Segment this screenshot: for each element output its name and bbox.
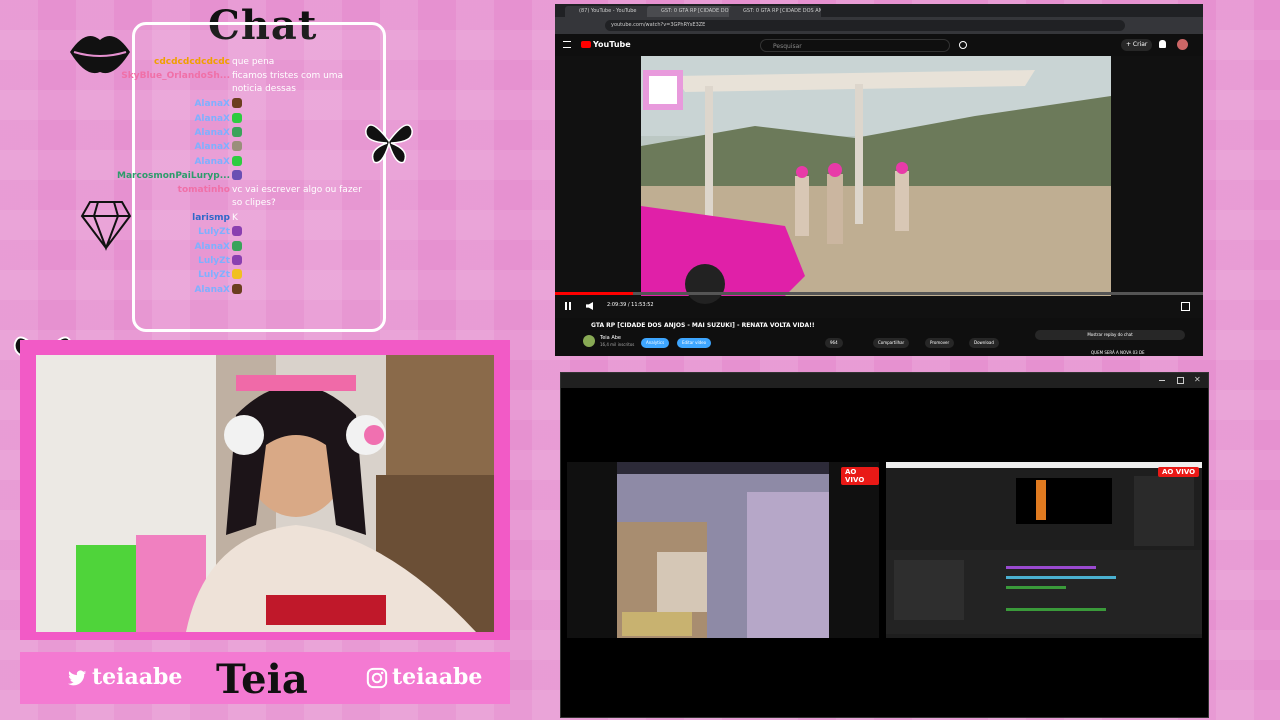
- emote-icon: [232, 98, 242, 109]
- chat-username[interactable]: larismp: [192, 212, 230, 225]
- chat-username[interactable]: LulyZt: [198, 269, 230, 282]
- pause-button[interactable]: [565, 302, 571, 310]
- chat-message-text: [232, 98, 372, 113]
- video-info: GTA RP [CIDADE DOS ANJOS - MAI SUZUKI] -…: [555, 318, 1203, 356]
- chat-message-text: [232, 255, 372, 270]
- twitter-icon: [67, 670, 87, 686]
- chat-message-text: [232, 240, 372, 256]
- lips-icon: [70, 36, 130, 74]
- create-button[interactable]: + Criar: [1121, 39, 1153, 51]
- url-input[interactable]: youtube.com/watch?v=3GPhRYsE3ZE: [605, 20, 1125, 31]
- chat-message-text: vc vai escrever algo ou fazer so clipes?: [232, 185, 362, 209]
- youtube-header: YouTube Pesquisar + Criar: [555, 34, 1203, 56]
- chat-username[interactable]: AlanaX: [194, 284, 230, 297]
- twitter-handle: teiaabe: [66, 664, 182, 690]
- chat-username[interactable]: AlanaX: [194, 241, 230, 254]
- chat-username[interactable]: AlanaX: [194, 141, 230, 154]
- game-scene: [617, 462, 829, 638]
- chat-username[interactable]: AlanaX: [194, 127, 230, 140]
- emote-icon: [232, 283, 242, 294]
- search-icon[interactable]: [959, 41, 967, 49]
- video-title: GTA RP [CIDADE DOS ANJOS - MAI SUZUKI] -…: [591, 322, 815, 329]
- live-badge: AO VIVO: [1158, 467, 1200, 477]
- chat-message-text: [232, 169, 372, 185]
- replay-chat-button[interactable]: Mostrar replay do chat: [1035, 330, 1185, 340]
- chat-message-text: [232, 226, 372, 241]
- chat-username[interactable]: LulyZt: [198, 255, 230, 268]
- menu-icon[interactable]: [563, 41, 571, 48]
- butterfly-icon: [365, 124, 413, 164]
- browser-tab[interactable]: (87) YouTube - YouTube: [565, 6, 657, 17]
- editor-scene: [886, 462, 1202, 634]
- avatar[interactable]: [1177, 39, 1188, 50]
- instagram-handle-text: teiaabe: [392, 664, 483, 690]
- live-badge: AO VIVO: [841, 467, 879, 485]
- emote-icon: [232, 126, 242, 137]
- close-icon[interactable]: ✕: [1194, 375, 1201, 384]
- analytics-button[interactable]: Analytics: [641, 338, 670, 348]
- chat-username[interactable]: MarcosmonPaiLuryp...: [117, 170, 230, 183]
- chat-username[interactable]: AlanaX: [194, 113, 230, 126]
- webcam-scene: [36, 355, 494, 632]
- chat-message-text: [232, 112, 372, 128]
- browser-tab[interactable]: GST: 0 GTA RP [CIDADE DOS ANJOS] - M: [647, 6, 739, 17]
- browser-window-youtube: (87) YouTube - YouTube GST: 0 GTA RP [CI…: [555, 4, 1203, 356]
- twitter-handle-text: teiaabe: [92, 664, 183, 690]
- chat-username[interactable]: AlanaX: [194, 98, 230, 111]
- window-title-bar: ✕: [561, 373, 1208, 388]
- chat-username[interactable]: AlanaX: [194, 156, 230, 169]
- side-video-title[interactable]: QUEM SERÁ A NOVA 03 DE: [1091, 350, 1145, 355]
- subscriber-count: 16,4 mil inscritos: [600, 342, 635, 347]
- like-button[interactable]: 964: [825, 338, 843, 348]
- diamond-icon: [80, 201, 132, 251]
- browser-address-bar: youtube.com/watch?v=3GPhRYsE3ZE: [555, 17, 1203, 34]
- emote-icon: [232, 226, 242, 237]
- chat-message-text: ficamos tristes com uma noticia dessas: [232, 71, 344, 95]
- channel-name[interactable]: Teia Abe: [600, 335, 621, 341]
- emote-icon: [232, 112, 242, 123]
- browser-tab-bar: (87) YouTube - YouTube GST: 0 GTA RP [CI…: [555, 4, 1203, 17]
- fullscreen-icon[interactable]: [1181, 302, 1190, 311]
- channel-avatar[interactable]: [583, 335, 595, 347]
- webcam-feed: [36, 355, 494, 632]
- chat-username[interactable]: tomatinho: [178, 184, 230, 197]
- teia-logo: Teia: [216, 656, 308, 703]
- video-player[interactable]: 2:09:39 / 11:53:52: [555, 56, 1203, 318]
- notification-icon[interactable]: [1159, 40, 1166, 48]
- gta-scene: [555, 56, 1203, 318]
- chat-message-text: [232, 283, 372, 299]
- emote-icon: [232, 169, 242, 180]
- emote-icon: [232, 141, 242, 152]
- minimize-icon[interactable]: [1159, 380, 1165, 381]
- app-window: ✕ AO VIVO AO VIVO: [560, 372, 1209, 718]
- social-bar: teiaabe Teia teiaabe: [20, 652, 510, 704]
- browser-tab[interactable]: GST: 0 GTA RP [CIDADE DOS ANJOS] - M: [729, 6, 821, 17]
- emote-icon: [232, 269, 242, 280]
- edit-video-button[interactable]: Editar vídeo: [677, 338, 712, 348]
- chat-username[interactable]: LulyZt: [198, 226, 230, 239]
- stream-thumbnail-game[interactable]: AO VIVO: [567, 462, 879, 638]
- youtube-logo[interactable]: YouTube: [581, 40, 631, 49]
- download-button[interactable]: Download: [969, 338, 999, 348]
- chat-username[interactable]: SkyBlue_OrlandoSh...: [121, 70, 230, 83]
- instagram-icon: [366, 667, 388, 689]
- chat-username[interactable]: cdcdcdcdcdcdc: [154, 56, 230, 69]
- chat-message-text: K: [232, 213, 238, 224]
- video-time: 2:09:39 / 11:53:52: [607, 302, 654, 308]
- chat-message-list: cdcdcdcdcdcdc que pena SkyBlue_OrlandoSh..…: [117, 56, 380, 316]
- promote-button[interactable]: Promover: [925, 338, 955, 348]
- instagram-handle: teiaabe: [366, 664, 482, 690]
- emote-icon: [232, 240, 242, 251]
- stream-thumbnail-editor[interactable]: AO VIVO: [886, 462, 1202, 638]
- emote-icon: [232, 255, 242, 265]
- maximize-icon[interactable]: [1177, 377, 1184, 384]
- share-button[interactable]: Compartilhar: [873, 338, 910, 348]
- chat-message-text: que pena: [232, 57, 275, 67]
- chat-message-text: [232, 155, 372, 171]
- search-input[interactable]: Pesquisar: [760, 39, 950, 52]
- emote-icon: [232, 155, 242, 166]
- chat-message-text: [232, 269, 372, 284]
- chat-message-text: [232, 126, 372, 142]
- chat-message-text: [232, 141, 372, 156]
